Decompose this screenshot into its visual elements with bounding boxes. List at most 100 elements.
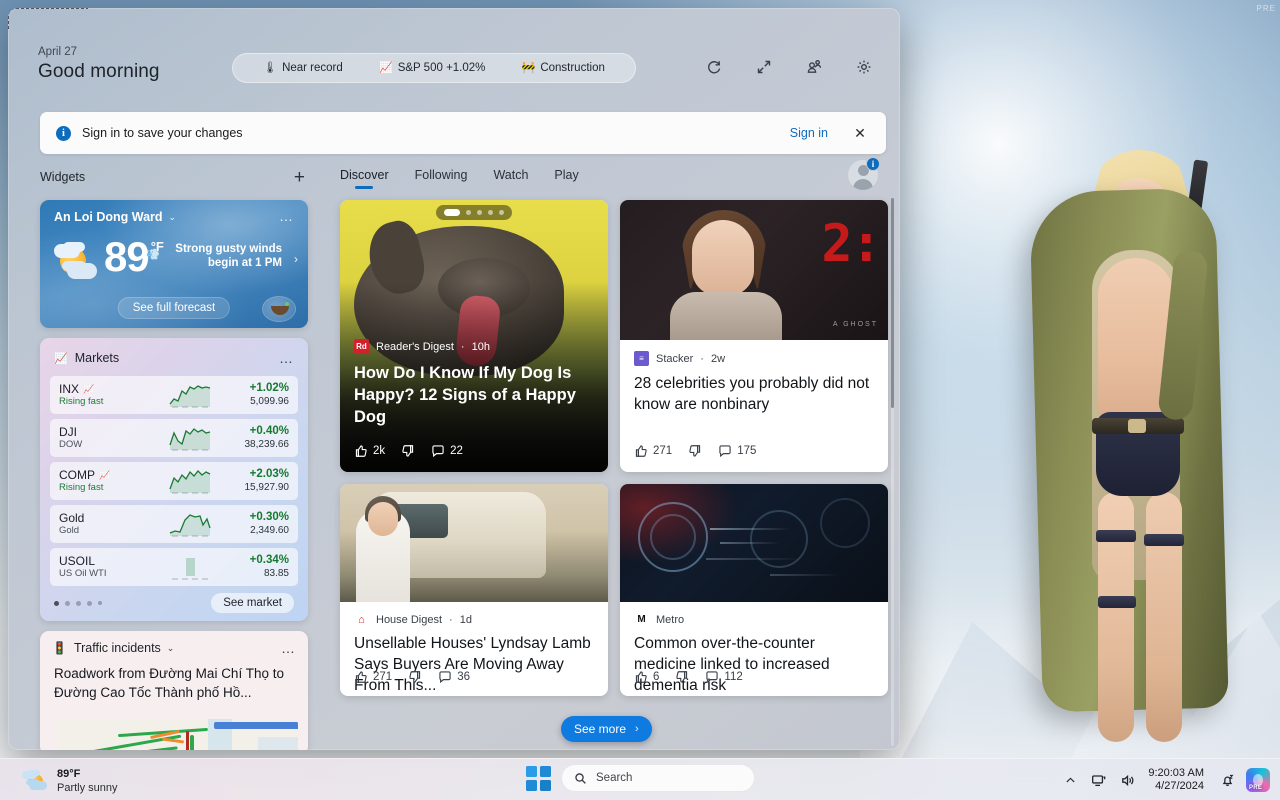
weather-widget[interactable]: An Loi Dong Ward ⌄ … 89 °F 💨 Strong gust… (40, 200, 308, 328)
dislike-button[interactable] (401, 444, 415, 458)
signin-link[interactable]: Sign in (790, 126, 828, 140)
markets-page-dots[interactable] (54, 600, 102, 606)
comment-button[interactable]: 112 (705, 670, 743, 684)
start-button-icon[interactable] (525, 765, 551, 791)
card-actions: 6 112 (634, 670, 743, 684)
weather-temperature: 89 (104, 233, 150, 280)
market-sparkline (155, 468, 227, 494)
market-symbol: COMP (59, 468, 95, 482)
copilot-icon[interactable]: PRE (1246, 768, 1270, 792)
card-title[interactable]: How Do I Know If My Dog Is Happy? 12 Sig… (354, 362, 592, 428)
see-market-button[interactable]: See market (211, 593, 294, 613)
market-sparkline (155, 382, 227, 408)
card-actions: 271 175 (634, 444, 756, 458)
card-carousel-indicator[interactable] (436, 205, 512, 220)
character-leg-right (1146, 492, 1182, 742)
refresh-icon[interactable] (700, 53, 728, 81)
dislike-button[interactable] (688, 444, 702, 458)
markets-more-icon[interactable]: … (279, 350, 294, 366)
news-card-dog[interactable]: Rd Reader's Digest · 10h How Do I Know I… (340, 200, 608, 472)
like-button[interactable]: 6 (634, 670, 659, 684)
personalize-icon[interactable] (800, 53, 828, 81)
widgets-panel[interactable]: April 27 Good morning 🌡 Near record 📈 S&… (8, 8, 900, 750)
like-button[interactable]: 271 (354, 670, 392, 684)
comment-button[interactable]: 36 (438, 670, 470, 684)
market-symbol-row: INX 📈 (59, 382, 155, 396)
stock-chart-icon: 📈 (54, 352, 68, 365)
taskbar-clock[interactable]: 9:20:03 AM 4/27/2024 (1142, 767, 1213, 793)
header-action-group (700, 53, 878, 81)
weather-location: An Loi Dong Ward (54, 210, 163, 224)
chevron-down-icon[interactable]: ⌄ (169, 212, 177, 223)
traffic-more-icon[interactable]: … (281, 640, 296, 656)
tab-watch[interactable]: Watch (493, 168, 528, 189)
like-button[interactable]: 2k (354, 444, 385, 458)
card-title[interactable]: Unsellable Houses' Lyndsay Lamb Says Buy… (354, 633, 594, 696)
market-sparkline (155, 511, 227, 537)
traffic-widget[interactable]: 🚦 Traffic incidents ⌄ … Roadwork from Đư… (40, 631, 308, 750)
pill-item-near-record[interactable]: 🌡 Near record (263, 62, 343, 74)
taskbar-weather-widget[interactable]: 89°F Partly sunny (14, 764, 126, 798)
news-card-house[interactable]: ⌂ House Digest · 1d Unsellable Houses' L… (340, 484, 608, 696)
see-full-forecast-button[interactable]: See full forecast (117, 297, 231, 319)
comment-button[interactable]: 22 (431, 444, 463, 458)
news-card-brain[interactable]: M Metro Common over-the-counter medicine… (620, 484, 888, 696)
traffic-map[interactable] (58, 719, 298, 750)
header-highlight-pill[interactable]: 🌡 Near record 📈 S&P 500 +1.02% 🚧 Constru… (232, 53, 636, 83)
chevron-down-icon[interactable]: ⌄ (167, 643, 281, 654)
avatar-info-badge[interactable]: i (866, 157, 880, 171)
tab-discover[interactable]: Discover (340, 168, 389, 189)
market-percent: +0.30% (249, 511, 289, 523)
card-title[interactable]: Common over-the-counter medicine linked … (634, 633, 874, 696)
market-subtitle: DOW (59, 439, 83, 450)
search-input[interactable]: Search (561, 764, 755, 792)
search-icon (575, 772, 586, 784)
market-row[interactable]: USOIL US Oil WTI +0.34% 83.85 (50, 548, 298, 586)
market-row[interactable]: COMP 📈 Rising fast +2.03% 15,927.90 (50, 462, 298, 500)
card-title[interactable]: 28 celebrities you probably did not know… (634, 373, 874, 415)
taskbar: 89°F Partly sunny Search 9:20:03 AM 4/27… (0, 758, 1280, 800)
expand-icon[interactable] (750, 53, 778, 81)
like-button[interactable]: 271 (634, 444, 672, 458)
panel-scrollbar[interactable] (891, 198, 894, 746)
card-source-row[interactable]: Rd Reader's Digest · 10h (354, 339, 490, 354)
markets-widget[interactable]: 📈 Markets … INX 📈 Rising fast +1.02% 5,0… (40, 338, 308, 621)
scrollbar-thumb[interactable] (891, 198, 894, 408)
card-separator: · (449, 613, 453, 626)
widgets-column: Widgets + An Loi Dong Ward ⌄ … 89 °F 💨 S… (40, 164, 308, 750)
market-row[interactable]: DJI DOW +0.40% 38,239.66 (50, 419, 298, 457)
tab-following[interactable]: Following (415, 168, 468, 189)
pill-label: Near record (282, 62, 343, 74)
market-row[interactable]: INX 📈 Rising fast +1.02% 5,099.96 (50, 376, 298, 414)
notification-bell-icon[interactable] (1213, 759, 1242, 800)
card-source-row[interactable]: M Metro (634, 612, 874, 627)
see-more-label: See more (574, 722, 627, 736)
pill-item-construction[interactable]: 🚧 Construction (522, 62, 605, 74)
taskbar-weather-condition: Partly sunny (57, 782, 118, 794)
taskbar-center-group: Search (525, 764, 755, 792)
card-source-row[interactable]: ⌂ House Digest · 1d (354, 612, 594, 627)
card-image (340, 484, 608, 602)
gear-icon[interactable] (850, 53, 878, 81)
chevron-right-icon[interactable]: › (294, 252, 298, 266)
network-icon[interactable] (1084, 759, 1113, 800)
weather-alert[interactable]: Strong gusty winds begin at 1 PM (164, 242, 282, 270)
pill-item-sp500[interactable]: 📈 S&P 500 +1.02% (379, 62, 485, 74)
copilot-label: PRE (1249, 785, 1263, 791)
close-icon[interactable]: ✕ (850, 123, 870, 143)
tab-play[interactable]: Play (554, 168, 578, 189)
show-hidden-icons-icon[interactable] (1057, 759, 1084, 800)
see-more-button[interactable]: See more › (561, 716, 652, 742)
market-symbol-row: Gold (59, 511, 155, 525)
add-widget-icon[interactable]: + (291, 168, 308, 187)
dislike-button[interactable] (408, 670, 422, 684)
news-card-celebrities[interactable]: 2: A GHOST ≡ Stacker · 2w 28 celebrities… (620, 200, 888, 472)
comment-button[interactable]: 175 (718, 444, 756, 458)
clock-time: 9:20:03 AM (1148, 767, 1204, 779)
weather-more-icon[interactable]: … (279, 208, 294, 224)
market-row[interactable]: Gold Gold +0.30% 2,349.60 (50, 505, 298, 543)
weather-location-row[interactable]: An Loi Dong Ward ⌄ (54, 210, 176, 224)
volume-icon[interactable] (1113, 759, 1142, 800)
dislike-button[interactable] (675, 670, 689, 684)
card-source-row[interactable]: ≡ Stacker · 2w (634, 351, 874, 366)
